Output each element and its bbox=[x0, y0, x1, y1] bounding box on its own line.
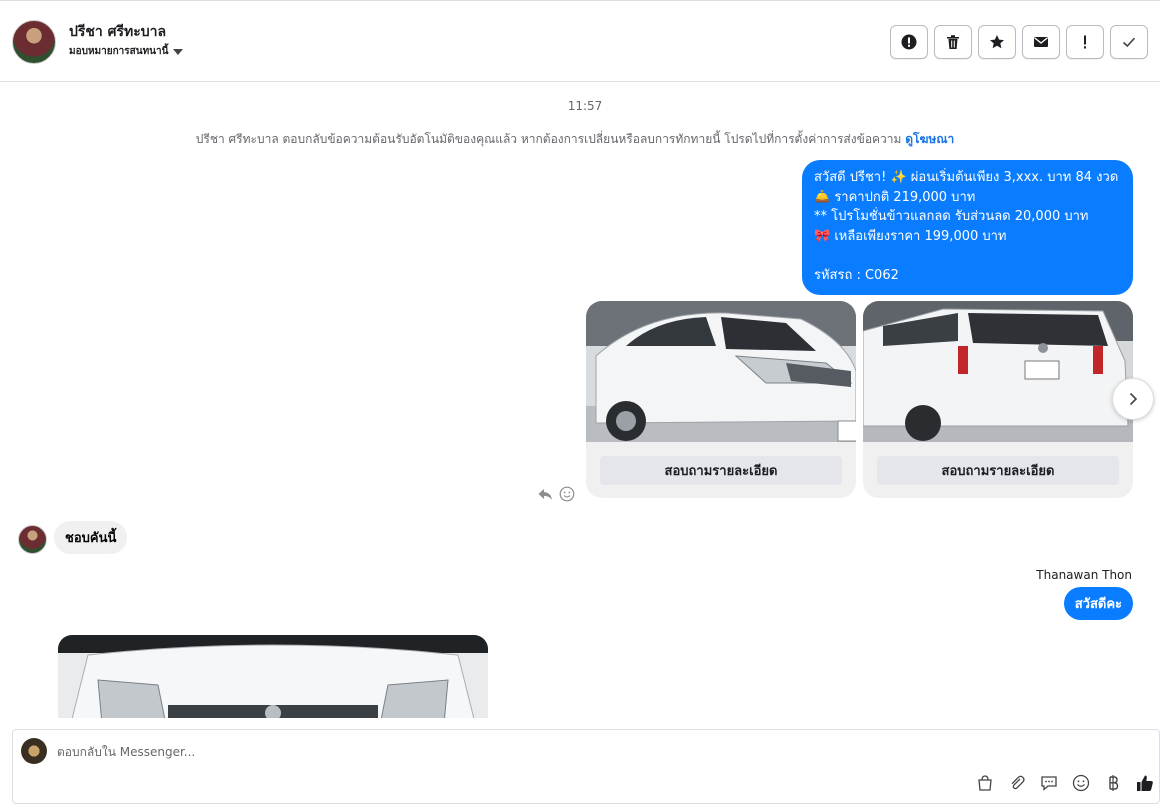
header-actions bbox=[890, 25, 1148, 59]
mark-done-button[interactable] bbox=[1110, 25, 1148, 59]
ask-details-button[interactable]: สอบถามรายละเอียด bbox=[600, 456, 842, 485]
carousel-next-button[interactable] bbox=[1112, 378, 1154, 420]
message-line: 🛎️ ราคาปกติ 219,000 บาท bbox=[814, 189, 976, 205]
message-timestamp: 11:57 bbox=[567, 99, 603, 113]
shop-icon bbox=[978, 775, 992, 791]
message-line: 🎀 เหลือเพียงราคา 199,000 บาท bbox=[814, 228, 1007, 244]
reply-composer bbox=[12, 729, 1160, 804]
follow-up-button[interactable] bbox=[1066, 25, 1104, 59]
ask-details-button[interactable]: สอบถามรายละเอียด bbox=[877, 456, 1119, 485]
saved-reply-icon bbox=[1041, 776, 1057, 791]
car-photo-front[interactable] bbox=[586, 301, 856, 442]
message-thread[interactable]: 11:57 ปรีชา ศรีทะบาล ตอบกลับข้อความต้อนร… bbox=[0, 82, 1160, 718]
shop-button[interactable] bbox=[975, 773, 995, 793]
outgoing-message-bubble[interactable]: สวัสดีคะ bbox=[1063, 587, 1133, 620]
page-avatar bbox=[21, 738, 47, 764]
assign-label: มอบหมายการสนทนานี้ bbox=[69, 46, 169, 57]
attach-icon bbox=[1011, 775, 1025, 790]
auto-reply-notice: ปรีชา ศรีทะบาล ตอบกลับข้อความต้อนรับอัตโ… bbox=[0, 130, 1150, 149]
sender-name: Thanawan Thon bbox=[1036, 568, 1132, 582]
caret-down-icon bbox=[173, 48, 184, 55]
payment-button[interactable] bbox=[1103, 773, 1123, 793]
emoji-icon bbox=[1072, 774, 1090, 792]
mark-unread-button[interactable] bbox=[1022, 25, 1060, 59]
check-icon bbox=[1122, 37, 1136, 48]
assign-conversation-dropdown[interactable]: มอบหมายการสนทนานี้ bbox=[69, 44, 184, 59]
reply-input[interactable] bbox=[57, 740, 757, 764]
contact-avatar-small bbox=[18, 525, 47, 554]
chevron-right-icon bbox=[1129, 392, 1138, 406]
contact-name[interactable]: ปรีชา ศรีทะบาล bbox=[69, 21, 166, 43]
trash-icon bbox=[947, 35, 959, 49]
smile-icon[interactable] bbox=[559, 486, 575, 502]
mail-icon bbox=[1034, 37, 1048, 47]
notice-text: ปรีชา ศรีทะบาล ตอบกลับข้อความต้อนรับอัตโ… bbox=[195, 132, 902, 146]
composer-toolbar bbox=[975, 773, 1155, 793]
message-reactions bbox=[537, 486, 575, 502]
view-ad-link[interactable]: ดูโฆษณา bbox=[905, 132, 954, 146]
carousel-card[interactable]: สอบถามรายละเอียด bbox=[586, 301, 856, 498]
outgoing-message-bubble[interactable]: สวัสดี ปรีชา! ✨ ผ่อนเริ่มต้นเพียง 3,xxx.… bbox=[802, 160, 1133, 295]
like-button[interactable] bbox=[1135, 773, 1155, 793]
delete-button[interactable] bbox=[934, 25, 972, 59]
reply-icon[interactable] bbox=[537, 486, 553, 502]
star-button[interactable] bbox=[978, 25, 1016, 59]
attach-button[interactable] bbox=[1007, 773, 1027, 793]
message-line bbox=[814, 246, 1121, 266]
message-line: สวัสดี ปรีชา! ✨ ผ่อนเริ่มต้นเพียง 3,xxx.… bbox=[814, 170, 1119, 185]
emoji-button[interactable] bbox=[1071, 773, 1091, 793]
mark-spam-button[interactable] bbox=[890, 25, 928, 59]
baht-icon bbox=[1109, 775, 1119, 791]
incoming-message-bubble[interactable]: ชอบคันนี้ bbox=[54, 521, 128, 554]
like-icon bbox=[1137, 775, 1153, 791]
conversation-header: ปรีชา ศรีทะบาล มอบหมายการสนทนานี้ bbox=[0, 0, 1160, 82]
saved-replies-button[interactable] bbox=[1039, 773, 1059, 793]
message-line: ** โปรโมชั่นข้าวแลกลด รับส่วนลด 20,000 บ… bbox=[814, 209, 1089, 224]
exclamation-icon bbox=[1084, 35, 1086, 49]
carousel-card[interactable]: สอบถามรายละเอียด bbox=[863, 301, 1133, 498]
alert-icon bbox=[901, 34, 917, 50]
star-icon bbox=[990, 35, 1004, 49]
contact-avatar[interactable] bbox=[12, 20, 56, 64]
message-line: รหัสรถ : C062 bbox=[814, 267, 899, 283]
car-photo-rear[interactable] bbox=[863, 301, 1133, 442]
shared-car-photo[interactable] bbox=[58, 635, 488, 718]
